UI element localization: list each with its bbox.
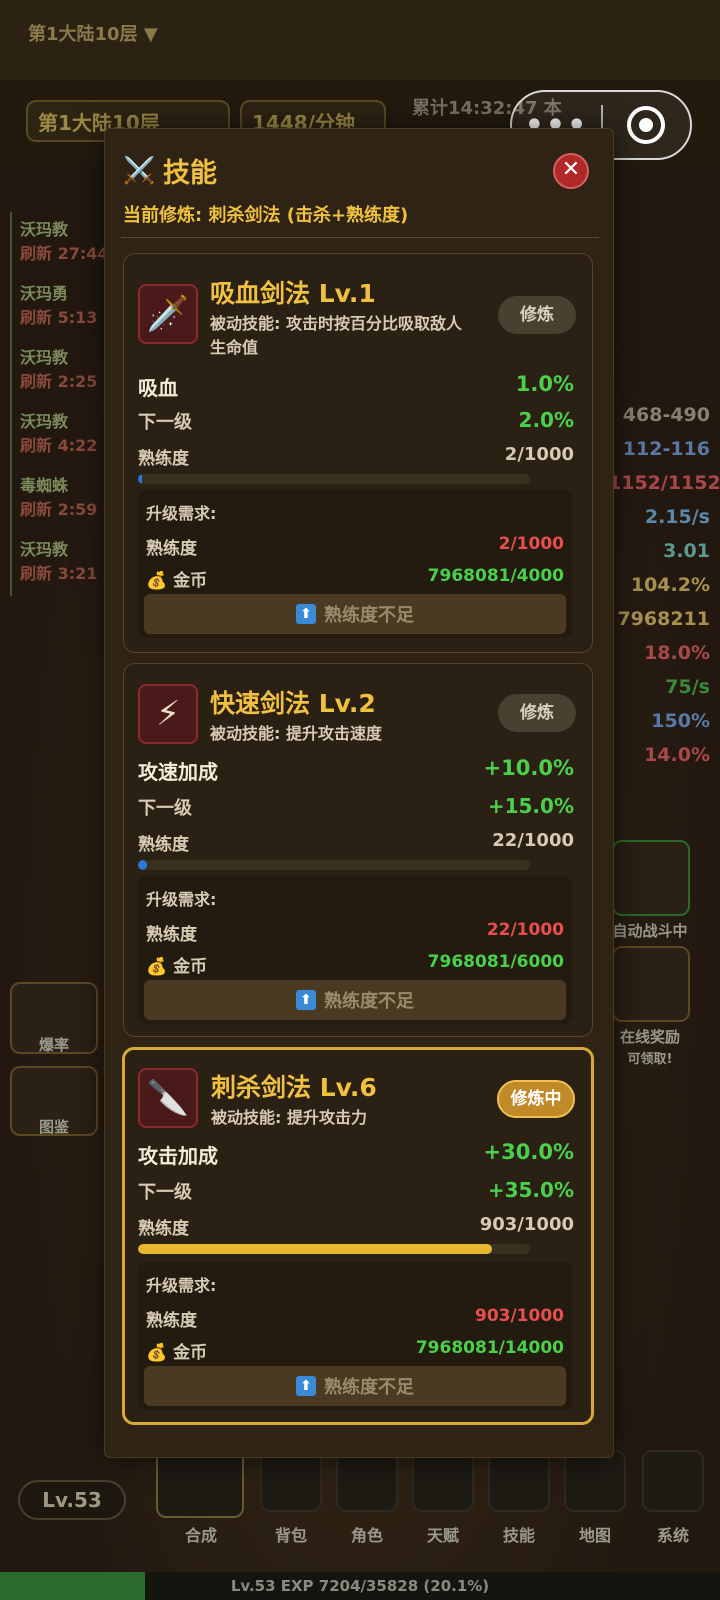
upgrade-button[interactable]: ⬆ 熟练度不足 (144, 594, 566, 634)
codex-label: 图鉴 (38, 1118, 69, 1136)
money-bag-icon: 💰 (146, 957, 168, 977)
online-reward-label: 在线奖励 (619, 1028, 680, 1046)
skill-desc: 被动技能: 攻击时按百分比吸取敌人生命值 (210, 314, 462, 357)
req-title: 升级需求: (146, 890, 217, 909)
online-reward-sub: 可领取! (627, 1052, 673, 1067)
nav-system-label: 系统 (656, 1526, 689, 1545)
training-active-button[interactable]: 修炼中 (497, 1080, 575, 1118)
drop-rate-label: 爆率 (38, 1036, 69, 1054)
close-program-button[interactable] (603, 106, 690, 144)
auto-battle-label: 自动战斗中 (612, 922, 688, 940)
proficiency-row: 熟练度 903/1000 (138, 1214, 574, 1239)
skill-desc: 被动技能: 提升攻击力 (211, 1108, 367, 1127)
proficiency-bar (138, 474, 530, 484)
nav-skill-button[interactable] (488, 1450, 550, 1512)
nav-talent-button[interactable] (412, 1450, 474, 1512)
skill-modal: ⚔️ 技能 ✕ 当前修炼: 刺杀剑法 (击杀+熟练度) 🗡️ 吸血剑法 Lv.1… (104, 128, 614, 1458)
proficiency-bar-fill (138, 860, 147, 870)
nav-map-label: 地图 (578, 1526, 611, 1545)
nav-talent-label: 天赋 (426, 1526, 459, 1545)
stat-row: 攻速加成 +10.0% (138, 756, 574, 784)
proficiency-bar-fill (138, 1244, 492, 1254)
nav-role-button[interactable] (336, 1450, 398, 1512)
upgrade-requirements: 升级需求: 熟练度 903/1000 💰 金币 7968081/14000 ⬆ 熟练度… (138, 1262, 572, 1410)
nav-bag-label: 背包 (274, 1526, 307, 1545)
current-training: 当前修炼: 刺杀剑法 (击杀+熟练度) (123, 205, 409, 226)
proficiency-row: 熟练度 22/1000 (138, 830, 574, 855)
up-arrow-icon: ⬆ (296, 604, 316, 624)
skill-name: 快速剑法 Lv.2 (210, 689, 376, 718)
skill-name: 吸血剑法 Lv.1 (210, 279, 376, 308)
next-level-row: 下一级 +15.0% (138, 794, 574, 819)
modal-header: ⚔️ 技能 (123, 151, 217, 190)
nav-map-button[interactable] (564, 1450, 626, 1512)
nav-bag-button[interactable] (260, 1450, 322, 1512)
nav-role-label: 角色 (350, 1526, 383, 1545)
auto-battle-button[interactable] (612, 840, 690, 916)
next-level-row: 下一级 +35.0% (138, 1178, 574, 1203)
up-arrow-icon: ⬆ (296, 990, 316, 1010)
skill-name: 刺杀剑法 Lv.6 (211, 1073, 377, 1102)
skill-card-lifesteal: 🗡️ 吸血剑法 Lv.1 被动技能: 攻击时按百分比吸取敌人生命值 修炼 吸血 1… (123, 253, 593, 653)
up-arrow-icon: ⬆ (296, 1376, 316, 1396)
nav-skill-label: 技能 (502, 1526, 535, 1545)
train-button[interactable]: 修炼 (498, 296, 576, 334)
proficiency-bar (138, 1244, 530, 1254)
lightning-icon: ⚡ (138, 684, 198, 744)
next-level-row: 下一级 2.0% (138, 408, 574, 433)
target-icon (627, 106, 666, 144)
crossed-swords-icon: ⚔️ (123, 155, 156, 186)
nav-system-button[interactable] (642, 1450, 704, 1512)
header-divider (121, 237, 599, 238)
money-bag-icon: 💰 (146, 1343, 168, 1363)
skill-card-quick: ⚡ 快速剑法 Lv.2 被动技能: 提升攻击速度 修炼 攻速加成 +10.0% 下… (123, 663, 593, 1037)
proficiency-bar-fill (138, 474, 142, 484)
exp-text: Lv.53 EXP 7204/35828 (20.1%) (230, 1577, 490, 1595)
upgrade-requirements: 升级需求: 熟练度 2/1000 💰 金币 7968081/4000 ⬆ 熟练度不足 (138, 490, 572, 638)
exp-bar: Lv.53 EXP 7204/35828 (20.1%) (0, 1572, 720, 1600)
nav-craft-label: 合成 (184, 1526, 217, 1545)
train-button[interactable]: 修炼 (498, 694, 576, 732)
req-title: 升级需求: (146, 1276, 217, 1295)
req-title: 升级需求: (146, 504, 217, 523)
proficiency-row: 熟练度 2/1000 (138, 444, 574, 469)
upgrade-requirements: 升级需求: 熟练度 22/1000 💰 金币 7968081/6000 ⬆ 熟练度不足 (138, 876, 572, 1024)
online-reward-button[interactable] (612, 946, 690, 1022)
upgrade-button[interactable]: ⬆ 熟练度不足 (144, 1366, 566, 1406)
stat-row: 吸血 1.0% (138, 372, 574, 400)
character-stats: 468-490 112-116 1152/1152 2.15/s 3.01 10… (608, 404, 720, 766)
proficiency-bar (138, 860, 530, 870)
floor-selector[interactable]: 第1大陆10层 ▼ (28, 20, 158, 46)
skill-card-assassinate: 🔪 刺杀剑法 Lv.6 被动技能: 提升攻击力 修炼中 攻击加成 +30.0% 下… (122, 1047, 594, 1425)
close-button[interactable]: ✕ (553, 153, 589, 189)
dagger-icon: 🗡️ (138, 284, 198, 344)
stat-row: 攻击加成 +30.0% (138, 1140, 574, 1168)
modal-title: 技能 (163, 158, 217, 189)
skill-desc: 被动技能: 提升攻击速度 (210, 724, 382, 743)
money-bag-icon: 💰 (146, 571, 168, 591)
knife-icon: 🔪 (138, 1068, 198, 1128)
upgrade-button[interactable]: ⬆ 熟练度不足 (144, 980, 566, 1020)
